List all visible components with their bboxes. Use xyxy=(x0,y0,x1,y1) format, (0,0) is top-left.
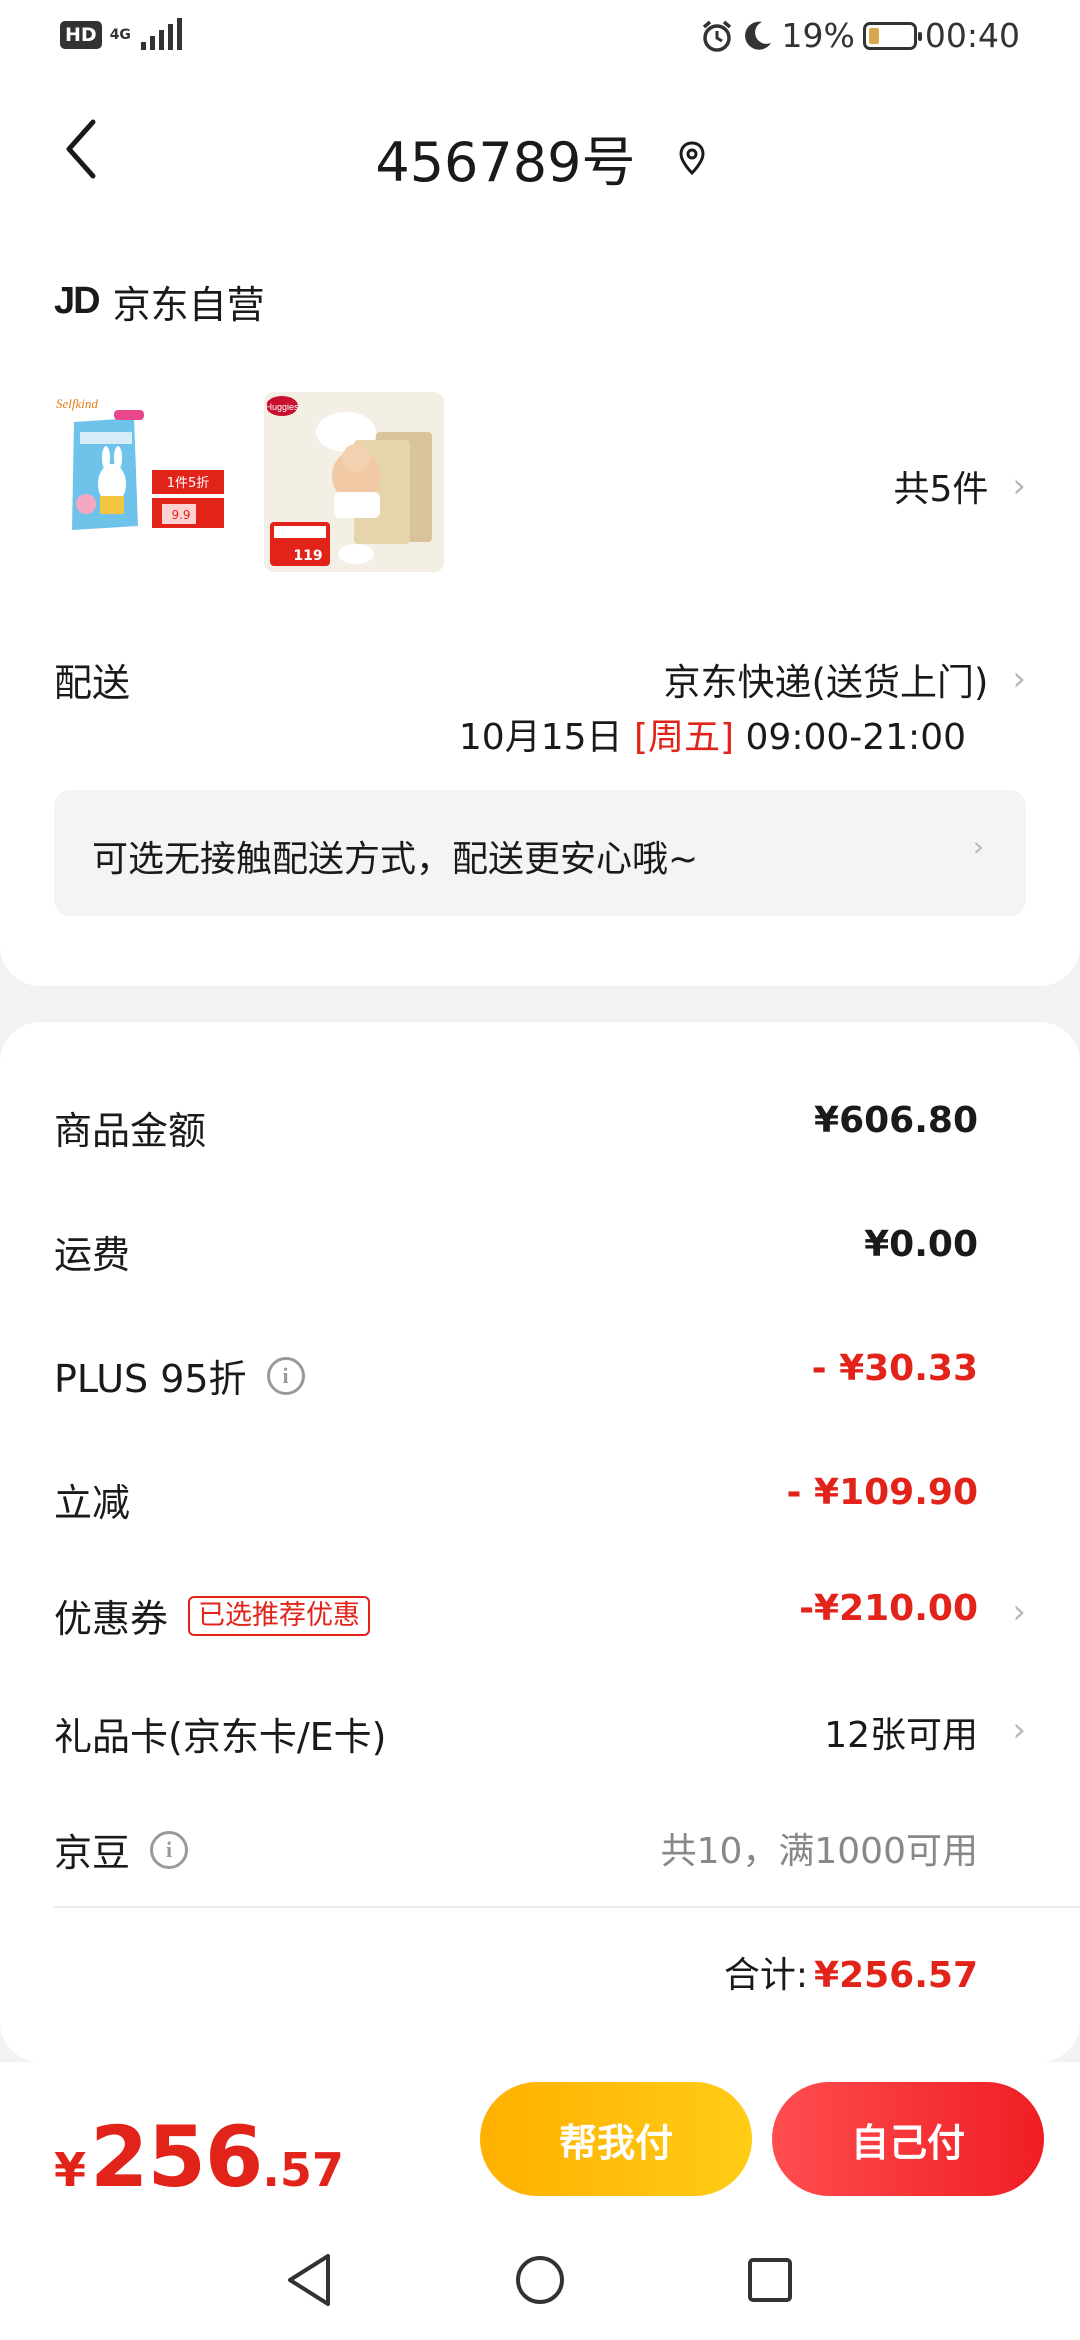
item-count: 共5件 xyxy=(893,469,989,510)
currency-symbol: ¥ xyxy=(54,2143,87,2197)
price-summary-card: 商品金额 ¥606.80 运费 ¥0.00 PLUS 95折 i - ¥30.3… xyxy=(0,1022,1080,2062)
jd-logo: JD xyxy=(54,280,101,322)
info-icon[interactable]: i xyxy=(266,1356,305,1395)
svg-text:Huggies: Huggies xyxy=(265,402,299,412)
checkout-bar: ¥ 256 .57 帮我付 自己付 xyxy=(0,2062,1080,2224)
summary-value: ¥0.00 xyxy=(864,1224,978,1265)
product-thumbnail-2[interactable]: Huggies 119 xyxy=(264,392,444,572)
summary-label: 京豆 xyxy=(54,1831,131,1875)
status-right: 19% 00:40 xyxy=(700,16,1020,55)
summary-value: 共10，满1000可用 xyxy=(660,1831,978,1872)
nav-recents-icon[interactable] xyxy=(742,2250,798,2310)
help-me-pay-button[interactable]: 帮我付 xyxy=(480,2082,752,2196)
summary-row-gift-card[interactable]: 礼品卡(京东卡/E卡) 12张可用 › xyxy=(54,1706,1026,1766)
pay-myself-button[interactable]: 自己付 xyxy=(772,2082,1044,2196)
summary-row-goods-amount: 商品金额 ¥606.80 xyxy=(54,1100,1026,1160)
summary-row-jd-beans: 京豆 i 共10，满1000可用 xyxy=(54,1822,1026,1882)
summary-value: 12张可用 xyxy=(824,1715,978,1756)
battery-icon xyxy=(862,21,922,50)
product-2-price: 119 xyxy=(293,548,322,564)
summary-label: 运费 xyxy=(54,1233,131,1277)
status-bar: HD 4G 19% 00:40 xyxy=(0,0,1080,76)
status-left: HD 4G xyxy=(60,18,187,52)
wipes-pack-image: Selfkind 1件5折 9.9 xyxy=(54,392,234,572)
network-label: 4G xyxy=(109,27,131,43)
chevron-right-icon: › xyxy=(1012,659,1026,699)
product-1-tag: 1件5折 xyxy=(167,476,210,491)
shop-name: 京东自营 xyxy=(112,283,265,327)
chevron-right-icon: › xyxy=(1012,1710,1026,1750)
product-thumbnails[interactable]: Selfkind 1件5折 9.9 Huggies 119 xyxy=(54,392,444,572)
svg-text:Selfkind: Selfkind xyxy=(56,396,98,411)
summary-label: 商品金额 xyxy=(54,1109,207,1153)
summary-label: 礼品卡(京东卡/E卡) xyxy=(54,1715,387,1759)
summary-label: 优惠券 xyxy=(54,1597,169,1641)
signal-icon xyxy=(140,18,182,50)
payable-amount: ¥ 256 .57 xyxy=(54,2108,344,2206)
shop-header: JD 京东自营 xyxy=(54,274,265,329)
summary-row-coupon[interactable]: 优惠券 已选推荐优惠 -¥210.00 › xyxy=(54,1588,1026,1648)
delivery-method-selector[interactable]: 京东快递(送货上门) › xyxy=(664,652,1026,706)
battery-percent: 19% xyxy=(781,16,855,55)
summary-label-wrap: PLUS 95折 i xyxy=(54,1348,305,1403)
system-nav-bar xyxy=(0,2224,1080,2340)
nav-back-icon[interactable] xyxy=(282,2250,338,2310)
summary-value: - ¥30.33 xyxy=(811,1348,978,1389)
address-title: 456789号 xyxy=(375,131,636,194)
chevron-right-icon: › xyxy=(1012,466,1026,506)
hd-badge: HD xyxy=(60,21,102,49)
summary-label-wrap: 京豆 i xyxy=(54,1822,189,1877)
summary-label: PLUS 95折 xyxy=(54,1357,247,1401)
summary-row-plus-discount: PLUS 95折 i - ¥30.33 xyxy=(54,1348,1026,1408)
summary-row-instant-discount: 立减 - ¥109.90 xyxy=(54,1472,1026,1532)
diaper-pack-image: Huggies 119 xyxy=(264,392,444,572)
chevron-right-icon: › xyxy=(1012,1592,1026,1632)
product-thumbnail-1[interactable]: Selfkind 1件5折 9.9 xyxy=(54,392,234,572)
nav-home-icon[interactable] xyxy=(512,2250,568,2310)
total-value: ¥256.57 xyxy=(814,1955,978,1996)
info-icon[interactable]: i xyxy=(150,1830,189,1869)
item-count-link[interactable]: 共5件 › xyxy=(893,460,1026,512)
delivery-label: 配送 xyxy=(54,661,131,705)
summary-row-shipping: 运费 ¥0.00 xyxy=(54,1224,1026,1284)
clock: 00:40 xyxy=(924,16,1020,55)
divider xyxy=(54,1906,1080,1908)
summary-value: -¥210.00 xyxy=(799,1588,978,1629)
coupon-selected-tag: 已选推荐优惠 xyxy=(188,1595,371,1636)
total-label: 合计: xyxy=(723,1955,809,1996)
product-1-price: 9.9 xyxy=(171,508,190,522)
delivery-weekday: [周五] xyxy=(633,717,735,758)
location-pin-icon xyxy=(679,140,705,175)
total-row: 合计: ¥256.57 xyxy=(724,1946,978,1998)
summary-value: - ¥109.90 xyxy=(786,1472,978,1513)
contactless-notice-text: 可选无接触配送方式，配送更安心哦~ xyxy=(92,839,699,880)
delivery-date: 10月15日 xyxy=(458,717,623,758)
price-integer: 256 xyxy=(90,2108,263,2206)
order-card: JD 京东自营 Selfkind 1件5折 9.9 Huggies 119 共5… xyxy=(0,212,1080,986)
contactless-delivery-banner[interactable]: 可选无接触配送方式，配送更安心哦~ › xyxy=(54,790,1026,916)
alarm-icon xyxy=(702,20,731,52)
chevron-right-icon: › xyxy=(972,830,984,863)
page-title[interactable]: 456789号 xyxy=(0,118,1080,197)
summary-label: 立减 xyxy=(54,1481,131,1525)
delivery-time[interactable]: 10月15日 [周五] 09:00-21:00 xyxy=(459,708,966,760)
summary-label-wrap: 优惠券 已选推荐优惠 xyxy=(54,1588,371,1643)
nav-bar: 456789号 xyxy=(0,76,1080,220)
moon-icon xyxy=(744,21,771,50)
summary-value: ¥606.80 xyxy=(814,1100,978,1141)
price-decimal: .57 xyxy=(262,2143,344,2197)
delivery-method: 京东快递(送货上门) xyxy=(663,661,989,704)
delivery-window: 09:00-21:00 xyxy=(745,717,966,758)
